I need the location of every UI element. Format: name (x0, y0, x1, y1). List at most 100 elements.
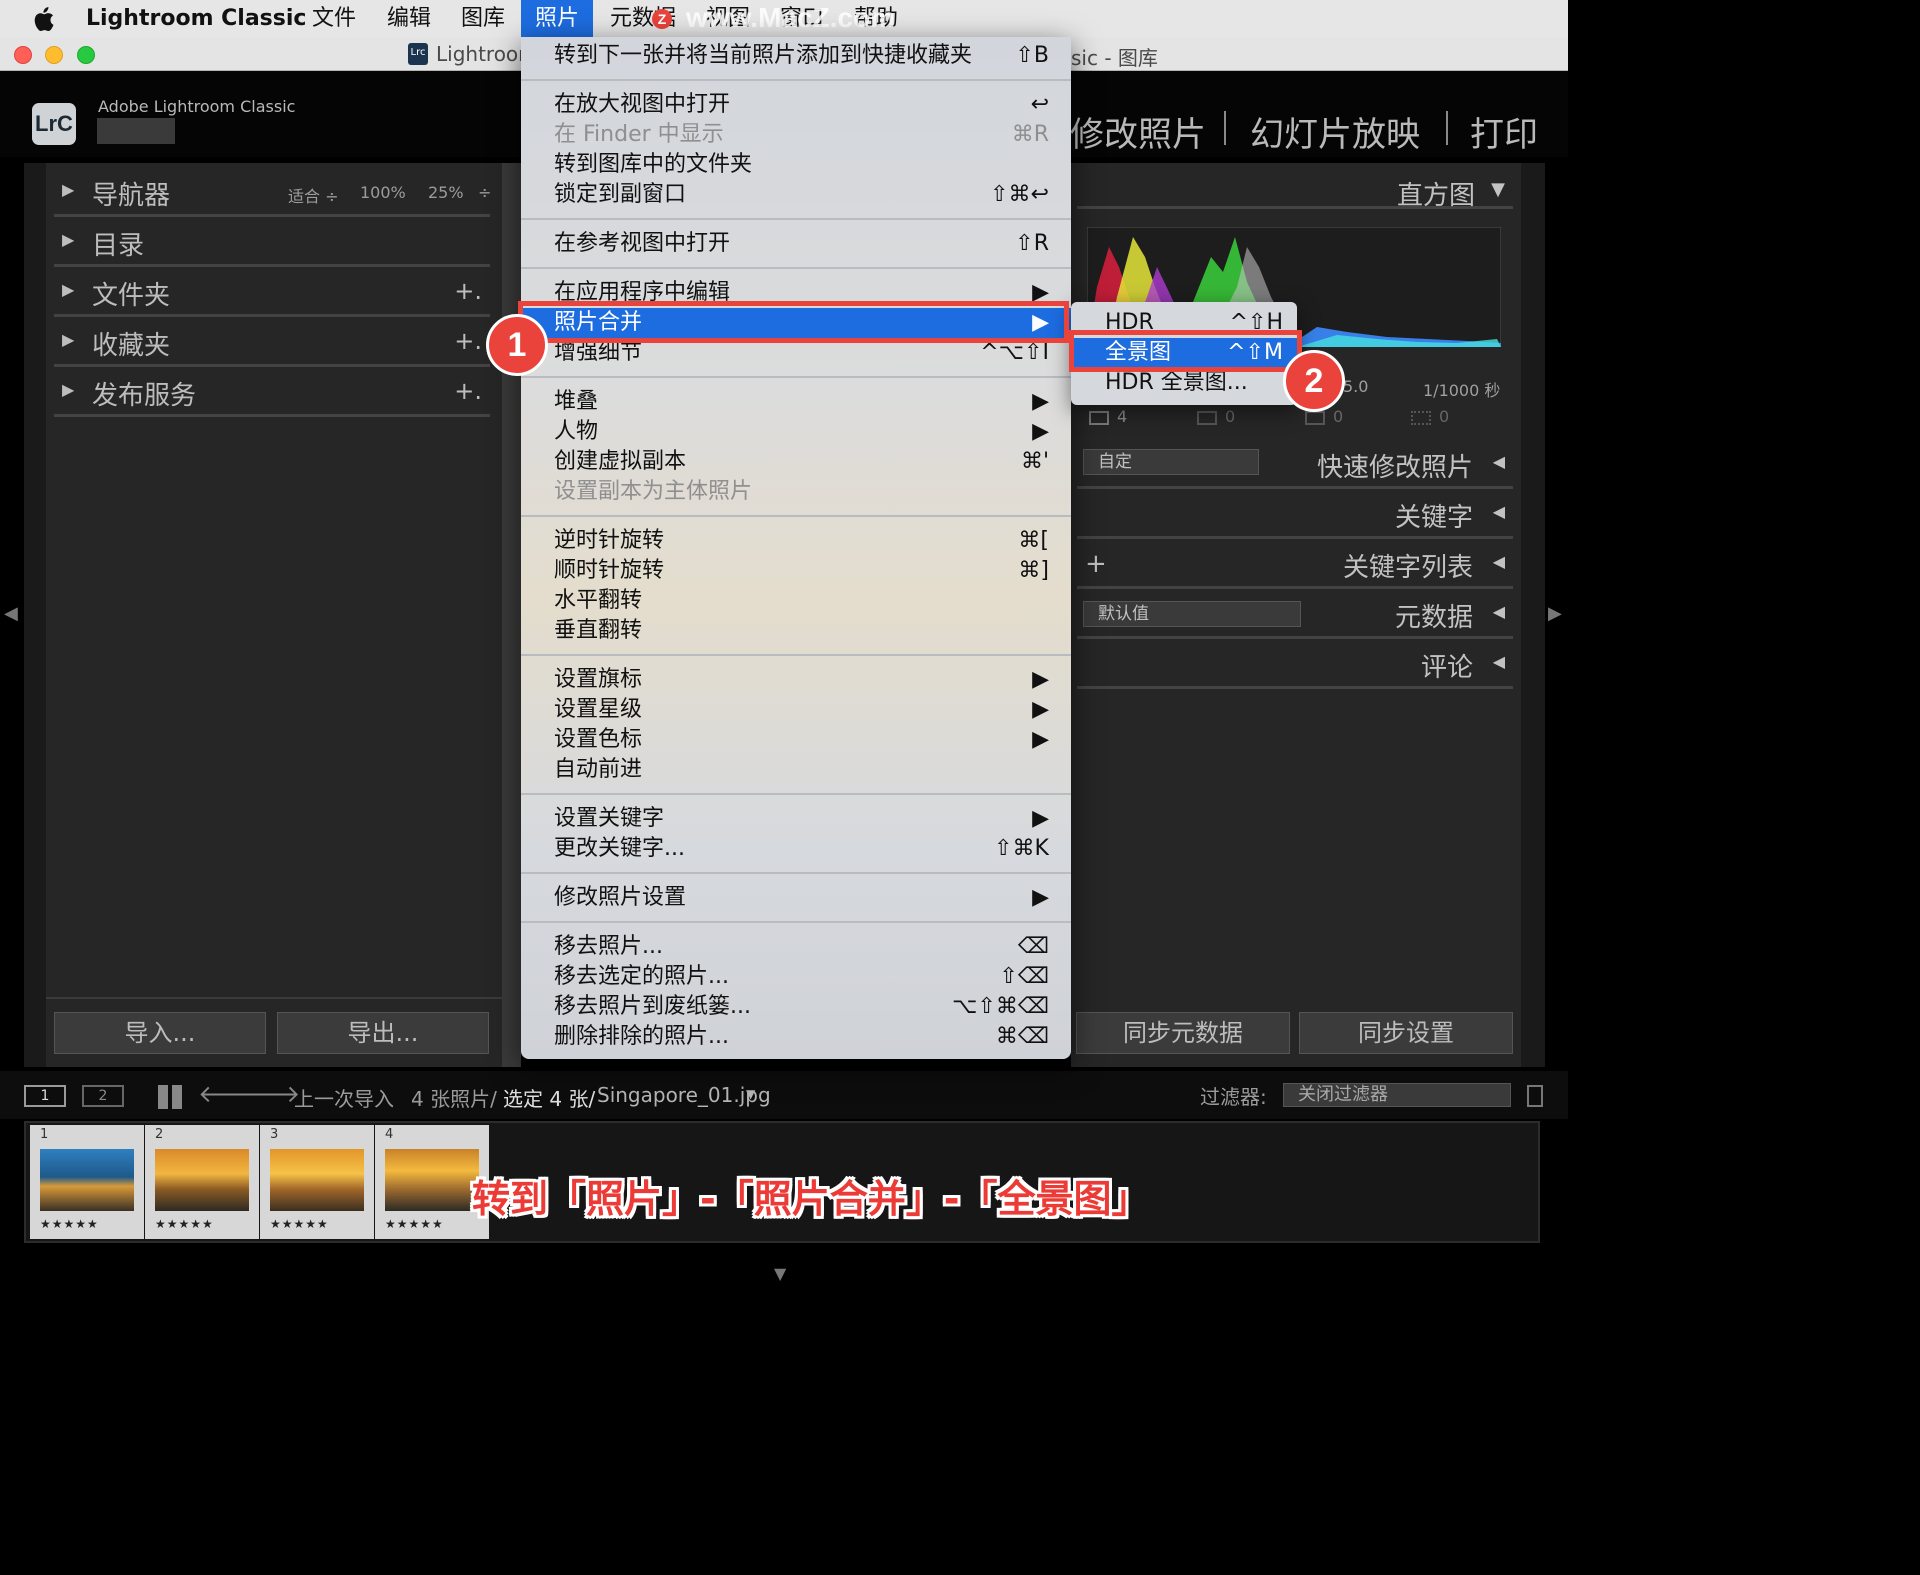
module-slideshow[interactable]: 幻灯片放映 (1250, 107, 1420, 156)
zoom-window-button[interactable] (77, 46, 95, 64)
disclosure-triangle-icon[interactable]: ▶ (62, 380, 74, 399)
menu-app-name[interactable]: Lightroom Classic (86, 0, 306, 37)
zoom-stepper-icon[interactable]: ÷ (478, 183, 491, 202)
count-missing: 0 (1333, 407, 1344, 426)
forward-arrow-icon[interactable]: 🡒 (236, 1079, 300, 1108)
module-develop[interactable]: 修改照片 (1070, 107, 1206, 156)
menu-item-open-loupe[interactable]: 在放大视图中打开 ↩ (521, 90, 1071, 120)
menu-item-virtual-copy[interactable]: 创建虚拟副本 ⌘' (521, 447, 1071, 477)
menu-item-change-keywords[interactable]: 更改关键字... ⇧⌘K (521, 834, 1071, 864)
menu-edit[interactable]: 编辑 (387, 0, 431, 37)
grid-view-icon[interactable] (158, 1085, 182, 1109)
main-window-button[interactable]: 1 (24, 1085, 66, 1107)
menu-item-set-color-label[interactable]: 设置色标 ▶ (521, 725, 1071, 755)
zoom-100[interactable]: 100% (360, 183, 406, 202)
menu-photo[interactable]: 照片 (521, 0, 594, 37)
menu-item-move-to-trash[interactable]: 移去照片到废纸篓... ⌥⇧⌘⌫ (521, 992, 1071, 1022)
step-badge-1: 1 (486, 314, 548, 376)
filter-select[interactable]: 关闭过滤器 (1283, 1083, 1511, 1107)
filmstrip-thumbnail[interactable]: 3 ★★★★★ (260, 1125, 374, 1239)
menu-item-set-rating[interactable]: 设置星级 ▶ (521, 695, 1071, 725)
watermark: www.MacZ.com (686, 2, 896, 33)
collections-header[interactable]: ▶ 收藏夹 +. (54, 321, 490, 367)
filmstrip-thumbnail[interactable]: 1 ★★★★★ (30, 1125, 144, 1239)
menu-separator (521, 921, 1071, 923)
menu-item-set-flag[interactable]: 设置旗标 ▶ (521, 665, 1071, 695)
add-collection-icon[interactable]: +. (454, 327, 482, 355)
module-print[interactable]: 打印 (1470, 107, 1538, 156)
publish-services-header[interactable]: ▶ 发布服务 +. (54, 371, 490, 417)
thumbnail-stars: ★★★★★ (40, 1217, 99, 1231)
menu-item-develop-settings[interactable]: 修改照片设置 ▶ (521, 883, 1071, 913)
thumbnail-stars: ★★★★★ (270, 1217, 329, 1231)
menu-item-rotate-left[interactable]: 逆时针旋转 ⌘[ (521, 526, 1071, 556)
sync-settings-button[interactable]: 同步设置 (1299, 1012, 1513, 1054)
menu-item-remove-photo[interactable]: 移去照片... ⌫ (521, 932, 1071, 962)
disclosure-triangle-icon[interactable]: ▶ (62, 330, 74, 349)
menu-separator (521, 376, 1071, 378)
filmstrip-toggle-icon[interactable]: ▼ (774, 1264, 786, 1283)
expand-triangle-icon[interactable]: ◀ (1493, 652, 1505, 671)
menu-item-auto-advance[interactable]: 自动前进 (521, 755, 1071, 785)
expand-triangle-icon[interactable]: ◀ (1493, 502, 1505, 521)
menu-item-next-add-quick-collection[interactable]: 转到下一张并将当前照片添加到快捷收藏夹 ⇧B (521, 41, 1071, 71)
minimize-window-button[interactable] (45, 46, 63, 64)
menu-item-lock-secondary[interactable]: 锁定到副窗口 ⇧⌘↩ (521, 180, 1071, 210)
histogram-label: 直方图 (1396, 181, 1475, 211)
right-panel-toggle-icon[interactable]: ▶ (1548, 603, 1562, 624)
menu-item-go-to-folder[interactable]: 转到图库中的文件夹 (521, 150, 1071, 180)
expand-triangle-icon[interactable]: ◀ (1493, 602, 1505, 621)
zoom-25[interactable]: 25% (428, 183, 464, 202)
zoom-fit[interactable]: 适合 ÷ (288, 183, 339, 207)
count-offline: 0 (1439, 407, 1450, 426)
menu-item-open-reference[interactable]: 在参考视图中打开 ⇧R (521, 229, 1071, 259)
keyword-list-header[interactable]: 关键字列表 ◀ (1077, 543, 1513, 589)
menu-item-stacking[interactable]: 堆叠 ▶ (521, 387, 1071, 417)
catalog-header[interactable]: ▶ 目录 (54, 221, 490, 267)
filter-lock-icon[interactable] (1527, 1085, 1543, 1107)
left-panel-toggle-icon[interactable]: ◀ (4, 603, 18, 624)
filename-dropdown-icon[interactable]: ▼ (746, 1087, 755, 1101)
apple-icon[interactable] (32, 6, 54, 32)
menu-item-people[interactable]: 人物 ▶ (521, 417, 1071, 447)
expand-triangle-icon[interactable]: ◀ (1493, 552, 1505, 571)
publish-services-label: 发布服务 (92, 381, 197, 411)
disclosure-triangle-icon[interactable]: ▶ (62, 230, 74, 249)
disclosure-triangle-icon[interactable]: ▶ (62, 180, 74, 199)
menu-file[interactable]: 文件 (312, 0, 356, 37)
keywording-header[interactable]: 关键字 ◀ (1077, 493, 1513, 539)
menu-item-set-keyword[interactable]: 设置关键字 ▶ (521, 804, 1071, 834)
add-publish-service-icon[interactable]: +. (454, 377, 482, 405)
source-label[interactable]: 上一次导入 (294, 1083, 394, 1112)
histogram-header[interactable]: 直方图 ▼ (1077, 163, 1513, 211)
menu-library[interactable]: 图库 (461, 0, 505, 37)
menu-item-remove-selected[interactable]: 移去选定的照片... ⇧⌫ (521, 962, 1071, 992)
close-window-button[interactable] (14, 46, 32, 64)
document-icon: Lrc (408, 43, 428, 65)
comments-header[interactable]: 评论 ◀ (1077, 643, 1513, 689)
current-filename[interactable]: Singapore_01.jpg (597, 1083, 771, 1107)
export-button[interactable]: 导出... (277, 1012, 489, 1054)
menu-item-flip-vertical[interactable]: 垂直翻转 (521, 616, 1071, 646)
menu-item-delete-rejected[interactable]: 删除排除的照片... ⌘⌫ (521, 1022, 1071, 1052)
submenu-item-hdr-panorama[interactable]: HDR 全景图... (1071, 368, 1297, 398)
collapse-triangle-icon[interactable]: ▼ (1491, 179, 1505, 200)
secondary-window-button[interactable]: 2 (82, 1085, 124, 1107)
disclosure-triangle-icon[interactable]: ▶ (62, 280, 74, 299)
right-panel-edge (1521, 163, 1545, 1067)
selected-count: 选定 4 张/ (503, 1087, 596, 1111)
filter-label: 过滤器: (1200, 1085, 1267, 1109)
smart-preview-icon (1197, 411, 1217, 425)
navigator-header[interactable]: ▶ 导航器 适合 ÷ 100% 25% ÷ (54, 171, 491, 217)
quick-develop-header[interactable]: 快速修改照片 ◀ (1077, 443, 1513, 489)
thumbnail-index: 1 (40, 1127, 49, 1142)
folders-header[interactable]: ▶ 文件夹 +. (54, 271, 490, 317)
menu-item-flip-horizontal[interactable]: 水平翻转 (521, 586, 1071, 616)
import-button[interactable]: 导入... (54, 1012, 266, 1054)
menu-item-rotate-right[interactable]: 顺时针旋转 ⌘] (521, 556, 1071, 586)
add-folder-icon[interactable]: +. (454, 277, 482, 305)
metadata-header[interactable]: 元数据 ◀ (1077, 593, 1513, 639)
filmstrip-thumbnail[interactable]: 2 ★★★★★ (145, 1125, 259, 1239)
expand-triangle-icon[interactable]: ◀ (1493, 452, 1505, 471)
sync-metadata-button[interactable]: 同步元数据 (1076, 1012, 1290, 1054)
